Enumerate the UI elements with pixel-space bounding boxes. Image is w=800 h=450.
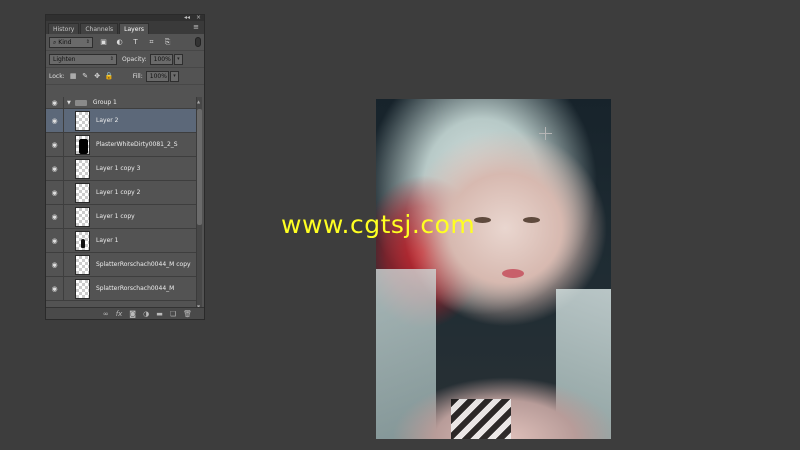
panel-tabs: History Channels Layers ≡ xyxy=(46,21,204,34)
trash-icon[interactable]: 🗑 xyxy=(183,310,192,318)
layer-row-layer-1[interactable]: ◉ Layer 1 xyxy=(46,229,198,253)
fx-icon[interactable]: fx xyxy=(116,310,123,318)
lock-label: Lock: xyxy=(49,72,65,80)
layers-panel: ◂◂ × History Channels Layers ≡ ⌕ Kind ⇕ ▣… xyxy=(45,14,205,320)
scrollbar-thumb[interactable] xyxy=(197,109,202,225)
opacity-dropdown[interactable]: ▾ xyxy=(173,53,183,65)
layers-scrollbar[interactable]: ▲ ▼ xyxy=(196,97,202,311)
layer-row-splatter[interactable]: ◉ SplatterRorschach0044_M xyxy=(46,277,198,301)
layer-name: Group 1 xyxy=(92,99,117,106)
layer-thumbnail xyxy=(75,110,90,131)
fill-label: Fill: xyxy=(132,72,143,80)
visibility-eye-icon[interactable]: ◉ xyxy=(46,181,64,204)
blend-mode-value: Lighten xyxy=(53,55,76,63)
filter-toggle[interactable] xyxy=(195,37,201,47)
opacity-field[interactable]: 100% xyxy=(149,53,173,65)
layer-thumbnail xyxy=(75,206,90,227)
mask-icon[interactable]: ◙ xyxy=(129,310,136,318)
close-icon[interactable]: × xyxy=(196,14,201,21)
visibility-eye-icon[interactable]: ◉ xyxy=(46,253,64,276)
layers-list: ◉ ▼ Group 1 ◉ Layer 2 ◉ PlasterWhiteDirt… xyxy=(46,97,198,311)
layer-name: Layer 1 copy 3 xyxy=(96,165,141,172)
lock-position-icon[interactable]: ✥ xyxy=(92,71,103,82)
visibility-eye-icon[interactable]: ◉ xyxy=(46,97,64,108)
canvas-paint-area xyxy=(502,269,524,278)
filter-row: ⌕ Kind ⇕ ▣ ◐ T ⌗ ⎘ xyxy=(46,34,204,51)
layer-thumbnail xyxy=(75,230,90,251)
shape-filter-icon[interactable]: ⌗ xyxy=(146,37,157,48)
visibility-eye-icon[interactable]: ◉ xyxy=(46,205,64,228)
lock-transparent-icon[interactable]: ▦ xyxy=(68,71,79,82)
layer-row-layer-1-copy[interactable]: ◉ Layer 1 copy xyxy=(46,205,198,229)
type-filter-icon[interactable]: T xyxy=(130,37,141,48)
lock-image-icon[interactable]: ✎ xyxy=(80,71,91,82)
canvas-paint-area xyxy=(451,399,511,439)
scroll-up-icon[interactable]: ▲ xyxy=(197,99,200,104)
new-layer-icon[interactable]: ❏ xyxy=(170,310,176,318)
crosshair-cursor-icon xyxy=(539,127,552,140)
panel-menu-icon[interactable]: ≡ xyxy=(192,23,200,31)
layer-name: Layer 1 copy xyxy=(96,213,135,220)
link-layers-icon[interactable]: ∞ xyxy=(103,310,109,318)
visibility-eye-icon[interactable]: ◉ xyxy=(46,277,64,300)
filter-kind-select[interactable]: ⌕ Kind ⇕ xyxy=(49,36,93,48)
canvas-paint-area xyxy=(523,217,540,223)
canvas-paint-area xyxy=(474,217,491,223)
layer-name: SplatterRorschach0044_M copy xyxy=(96,261,191,268)
tab-layers[interactable]: Layers xyxy=(119,23,149,34)
opacity-label: Opacity: xyxy=(122,55,147,63)
layer-group-1[interactable]: ◉ ▼ Group 1 xyxy=(46,97,198,109)
chevron-down-icon: ⇕ xyxy=(85,38,90,45)
chevron-down-icon: ▾ xyxy=(177,55,180,62)
tab-history[interactable]: History xyxy=(48,23,80,34)
layer-row-plaster[interactable]: ◉ PlasterWhiteDirty0081_2_S xyxy=(46,133,198,157)
layer-thumbnail xyxy=(75,254,90,275)
layer-thumbnail xyxy=(75,182,90,203)
layer-name: PlasterWhiteDirty0081_2_S xyxy=(96,141,178,148)
expand-triangle-icon[interactable]: ▼ xyxy=(67,100,71,106)
lock-all-icon[interactable]: 🔒 xyxy=(104,71,115,82)
visibility-eye-icon[interactable]: ◉ xyxy=(46,133,64,156)
layer-row-layer-1-copy-3[interactable]: ◉ Layer 1 copy 3 xyxy=(46,157,198,181)
tab-channels[interactable]: Channels xyxy=(80,23,119,34)
layer-thumbnail xyxy=(75,158,90,179)
blend-mode-select[interactable]: Lighten ⇕ xyxy=(49,53,117,65)
layer-thumbnail xyxy=(75,134,90,155)
visibility-eye-icon[interactable]: ◉ xyxy=(46,109,64,132)
chevron-down-icon: ▾ xyxy=(173,72,176,79)
layer-row-layer-2[interactable]: ◉ Layer 2 xyxy=(46,109,198,133)
lock-row: Lock: ▦ ✎ ✥ 🔒 Fill: 100% ▾ xyxy=(46,68,204,85)
document-canvas[interactable] xyxy=(376,99,611,439)
filter-kind-label: Kind xyxy=(58,38,72,46)
layer-name: Layer 1 copy 2 xyxy=(96,189,141,196)
fill-dropdown[interactable]: ▾ xyxy=(169,70,179,82)
watermark-text: www.cgtsj.com xyxy=(281,210,476,239)
smart-object-filter-icon[interactable]: ⎘ xyxy=(162,37,173,48)
layer-row-splatter-copy[interactable]: ◉ SplatterRorschach0044_M copy xyxy=(46,253,198,277)
new-group-icon[interactable]: ▬ xyxy=(156,310,163,318)
blend-row: Lighten ⇕ Opacity: 100% ▾ xyxy=(46,51,204,68)
fill-field[interactable]: 100% xyxy=(145,70,169,82)
panel-footer: ∞ fx ◙ ◑ ▬ ❏ 🗑 xyxy=(46,307,204,319)
collapse-icon[interactable]: ◂◂ xyxy=(184,14,190,21)
layer-row-layer-1-copy-2[interactable]: ◉ Layer 1 copy 2 xyxy=(46,181,198,205)
image-filter-icon[interactable]: ▣ xyxy=(98,37,109,48)
layer-name: Layer 2 xyxy=(96,117,119,124)
folder-icon xyxy=(74,99,87,106)
adjustment-filter-icon[interactable]: ◐ xyxy=(114,37,125,48)
visibility-eye-icon[interactable]: ◉ xyxy=(46,157,64,180)
adjustment-layer-icon[interactable]: ◑ xyxy=(143,310,149,318)
layer-name: SplatterRorschach0044_M xyxy=(96,285,175,292)
layer-thumbnail xyxy=(75,278,90,299)
visibility-eye-icon[interactable]: ◉ xyxy=(46,229,64,252)
layer-name: Layer 1 xyxy=(96,237,119,244)
chevron-down-icon: ⇕ xyxy=(109,55,114,62)
